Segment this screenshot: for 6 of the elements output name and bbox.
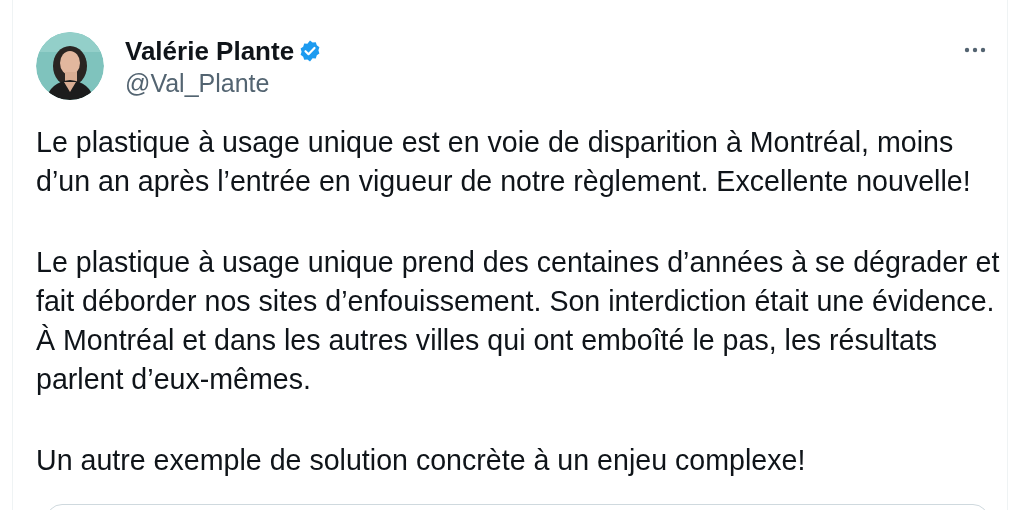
author-handle[interactable]: @Val_Plante bbox=[125, 68, 323, 98]
post-paragraph: Un autre exemple de solution concrète à un enjeu complexe! bbox=[36, 443, 807, 478]
post-paragraph: Le plastique à usage unique prend des centaines d’années à se dégrader et fait déborder nos sites d’enfouissement. Son interdiction était une évidence. À Montréal et dans les autres villes qui ont emboîté le pas, les résultats parlent d’eux-mêmes. bbox=[36, 245, 1001, 397]
more-icon[interactable] bbox=[963, 46, 987, 54]
post-paragraph: Le plastique à usage unique est en voie de disparition à Montréal, moins d’un an après l’entrée en vigueur de notre règlement. Excellente nouvelle! bbox=[36, 125, 972, 199]
author-name[interactable]: Valérie Plante bbox=[125, 36, 295, 66]
